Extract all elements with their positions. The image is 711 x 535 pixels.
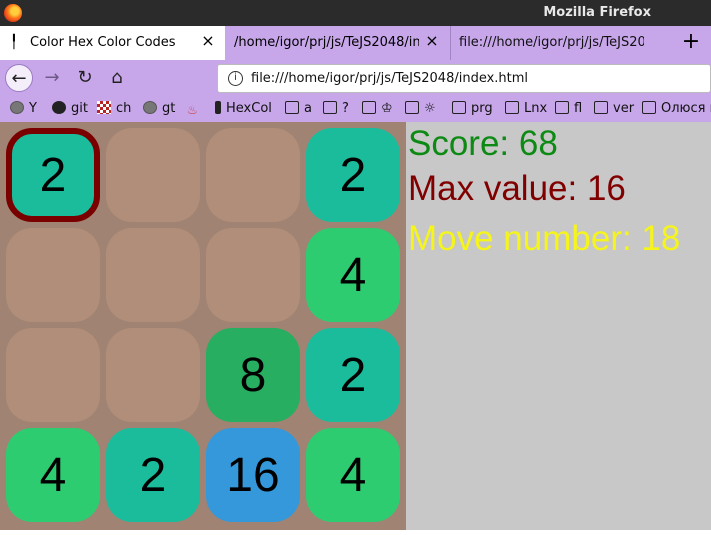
bookmark-folder-olyusya[interactable]: Олюся к xyxy=(642,101,711,118)
empty-cell xyxy=(6,328,100,422)
url-bar[interactable]: i file:///home/igor/prj/js/TeJS2048/inde… xyxy=(217,64,711,93)
tile-4: 4 xyxy=(306,228,400,322)
navigation-bar: ← → ↻ ⌂ i file:///home/igor/prj/js/TeJS2… xyxy=(0,60,711,96)
tab-index-path[interactable]: /home/igor/prj/js/TeJS2048/index.html × xyxy=(226,26,449,60)
tile-4: 4 xyxy=(6,428,100,522)
empty-cell xyxy=(106,328,200,422)
tab-label: /home/igor/prj/js/TeJS2048/index.html xyxy=(234,35,419,50)
info-icon[interactable]: i xyxy=(228,71,243,86)
score-label: Score: 68 xyxy=(408,124,558,163)
tile-2: 2 xyxy=(306,328,400,422)
folder-icon xyxy=(642,101,656,114)
bookmark-hexcol[interactable]: HexCol xyxy=(215,101,272,118)
globe-icon xyxy=(10,101,24,114)
bookmark-folder-a[interactable]: a xyxy=(285,101,312,118)
move-number-label: Move number: 18 xyxy=(408,219,681,258)
forward-button[interactable]: → xyxy=(38,64,66,92)
empty-cell xyxy=(6,228,100,322)
bookmark-folder-prg[interactable]: prg xyxy=(452,101,493,118)
back-button[interactable]: ← xyxy=(5,64,33,92)
empty-cell xyxy=(206,228,300,322)
window-title: Mozilla Firefox xyxy=(543,5,651,20)
close-icon[interactable]: × xyxy=(423,32,441,50)
globe-icon xyxy=(143,101,157,114)
window-titlebar: Mozilla Firefox xyxy=(0,0,711,26)
empty-cell xyxy=(206,128,300,222)
tab-label: Color Hex Color Codes xyxy=(30,35,176,50)
home-button[interactable]: ⌂ xyxy=(103,64,131,92)
bookmarks-bar: Y git ch gt ♨ HexCol a ? ♔ ☼ prg Lnx fl … xyxy=(0,96,711,122)
max-value-label: Max value: 16 xyxy=(408,169,626,208)
tile-value: 4 xyxy=(339,448,367,502)
page-bottom xyxy=(0,530,711,535)
tile-value: 16 xyxy=(226,448,280,502)
tile-value: 8 xyxy=(239,348,267,402)
bookmark-git[interactable]: git xyxy=(52,101,88,118)
pin-icon xyxy=(215,101,221,114)
tile-value: 2 xyxy=(39,148,67,202)
bookmark-folder-fl[interactable]: fl xyxy=(555,101,582,118)
tile-8: 8 xyxy=(206,328,300,422)
folder-icon xyxy=(555,101,569,114)
bookmark-folder-sun[interactable]: ☼ xyxy=(405,101,436,118)
tab-color-hex[interactable]: ╿ Color Hex Color Codes × xyxy=(0,26,225,60)
tile-value: 2 xyxy=(339,148,367,202)
bookmark-folder-lnx[interactable]: Lnx xyxy=(505,101,547,118)
tab-strip: ╿ Color Hex Color Codes × /home/igor/prj… xyxy=(0,26,711,60)
tile-16: 16 xyxy=(206,428,300,522)
tile-value: 2 xyxy=(339,348,367,402)
tab-label: file:///home/igor/prj/js/TeJS2048/index.… xyxy=(459,35,644,50)
chess-icon xyxy=(97,101,111,114)
bookmark-ch[interactable]: ch xyxy=(97,101,131,118)
bookmark-folder-ver[interactable]: ver xyxy=(594,101,634,118)
tile-value: 2 xyxy=(139,448,167,502)
bookmark-y[interactable]: Y xyxy=(10,101,37,118)
tile-value: 4 xyxy=(39,448,67,502)
empty-cell xyxy=(106,128,200,222)
reload-button[interactable]: ↻ xyxy=(71,64,99,92)
bookmark-gt[interactable]: gt xyxy=(143,101,175,118)
new-tab-button[interactable]: + xyxy=(678,29,704,55)
empty-cell xyxy=(106,228,200,322)
tile-2: 2 xyxy=(106,428,200,522)
tile-value: 4 xyxy=(339,248,367,302)
bookmark-java[interactable]: ♨ xyxy=(187,101,202,118)
stats-panel: Score: 68 Max value: 16 Move number: 18 xyxy=(406,122,711,530)
folder-icon xyxy=(362,101,376,114)
bookmark-folder-question[interactable]: ? xyxy=(323,101,349,118)
folder-icon xyxy=(505,101,519,114)
pin-icon: ╿ xyxy=(10,35,18,50)
github-icon xyxy=(52,101,66,114)
folder-icon xyxy=(323,101,337,114)
folder-icon xyxy=(405,101,419,114)
folder-icon xyxy=(452,101,466,114)
tile-2: 2 xyxy=(306,128,400,222)
close-icon[interactable]: × xyxy=(199,32,217,50)
tile-2-highlighted: 2 xyxy=(6,128,100,222)
tile-4: 4 xyxy=(306,428,400,522)
folder-icon xyxy=(285,101,299,114)
url-text[interactable]: file:///home/igor/prj/js/TeJS2048/index.… xyxy=(251,71,528,86)
folder-icon xyxy=(594,101,608,114)
tab-index-file[interactable]: file:///home/igor/prj/js/TeJS2048/index.… xyxy=(450,26,674,60)
java-icon: ♨ xyxy=(187,103,198,117)
bookmark-folder-king[interactable]: ♔ xyxy=(362,101,393,118)
game-board[interactable]: 2 2 4 8 2 4 2 16 4 xyxy=(0,122,406,530)
